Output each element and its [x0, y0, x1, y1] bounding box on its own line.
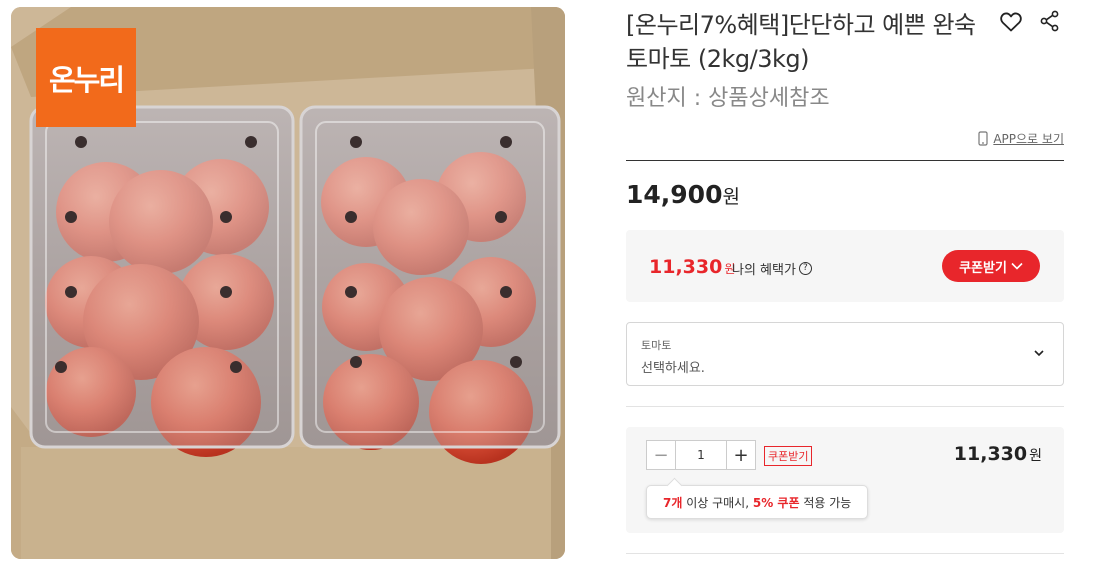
- quantity-decrease-button[interactable]: −: [647, 441, 675, 469]
- phone-icon: [978, 131, 988, 146]
- option-select-value: 선택하세요.: [641, 361, 705, 376]
- app-view-label: APP으로 보기: [993, 132, 1064, 146]
- heart-icon[interactable]: [999, 10, 1023, 34]
- tooltip-discount: 5% 쿠폰: [752, 495, 800, 510]
- tooltip-text-1: 이상 구매시,: [682, 495, 753, 510]
- coupon-tooltip: 7개 이상 구매시, 5% 쿠폰 적용 가능: [646, 485, 869, 519]
- benefit-label-group: 나의 혜택가 ?: [732, 259, 812, 278]
- product-info-panel: [온누리7%혜택]단단하고 예쁜 완숙토마토 (2kg/3kg) 원산지 : 상…: [626, 0, 1064, 567]
- option-select-label: 토마토: [641, 339, 672, 352]
- option-price-unit: 원: [1029, 448, 1042, 464]
- quantity-stepper: − 1 +: [646, 440, 756, 470]
- quantity-input[interactable]: 1: [675, 441, 727, 469]
- chevron-down-icon: [1011, 262, 1023, 270]
- product-image: 온누리: [11, 7, 565, 559]
- onnuri-badge: 온누리: [36, 28, 136, 127]
- coupon-download-button[interactable]: 쿠폰받기: [942, 250, 1040, 282]
- quantity-increase-button[interactable]: +: [727, 441, 755, 469]
- divider: [626, 160, 1064, 161]
- benefit-label: 나의 혜택가: [732, 263, 796, 278]
- share-icon[interactable]: [1039, 10, 1061, 32]
- chevron-down-icon: [1034, 350, 1044, 357]
- product-price: 14,900원: [626, 180, 740, 209]
- divider: [626, 406, 1064, 407]
- option-price-value: 11,330: [953, 443, 1028, 465]
- benefit-price: 11,330 원: [649, 256, 735, 278]
- product-origin: 원산지 : 상품상세참조: [626, 86, 830, 111]
- product-title: [온누리7%혜택]단단하고 예쁜 완숙토마토 (2kg/3kg): [626, 11, 976, 73]
- option-price: 11,330 원: [954, 443, 1042, 465]
- question-icon[interactable]: ?: [798, 262, 812, 275]
- price-unit: 원: [722, 186, 740, 208]
- option-select[interactable]: 토마토 선택하세요.: [626, 322, 1064, 386]
- app-view-link[interactable]: APP으로 보기: [978, 130, 1064, 147]
- price-value: 14,900: [626, 180, 723, 209]
- tooltip-text-2: 적용 가능: [799, 495, 852, 510]
- coupon-tag-button[interactable]: 쿠폰받기: [764, 446, 813, 466]
- benefit-price-box: 11,330 원 나의 혜택가 ? 쿠폰받기: [626, 230, 1064, 302]
- coupon-button-label: 쿠폰받기: [959, 260, 1007, 276]
- tooltip-qty: 7개: [663, 495, 683, 510]
- selected-option-box: − 1 + 쿠폰받기 11,330 원 7개 이상 구매시, 5% 쿠폰 적용 가…: [626, 427, 1064, 533]
- benefit-price-value: 11,330: [649, 256, 723, 278]
- onnuri-badge-text: 온누리: [48, 62, 125, 97]
- divider: [626, 553, 1064, 554]
